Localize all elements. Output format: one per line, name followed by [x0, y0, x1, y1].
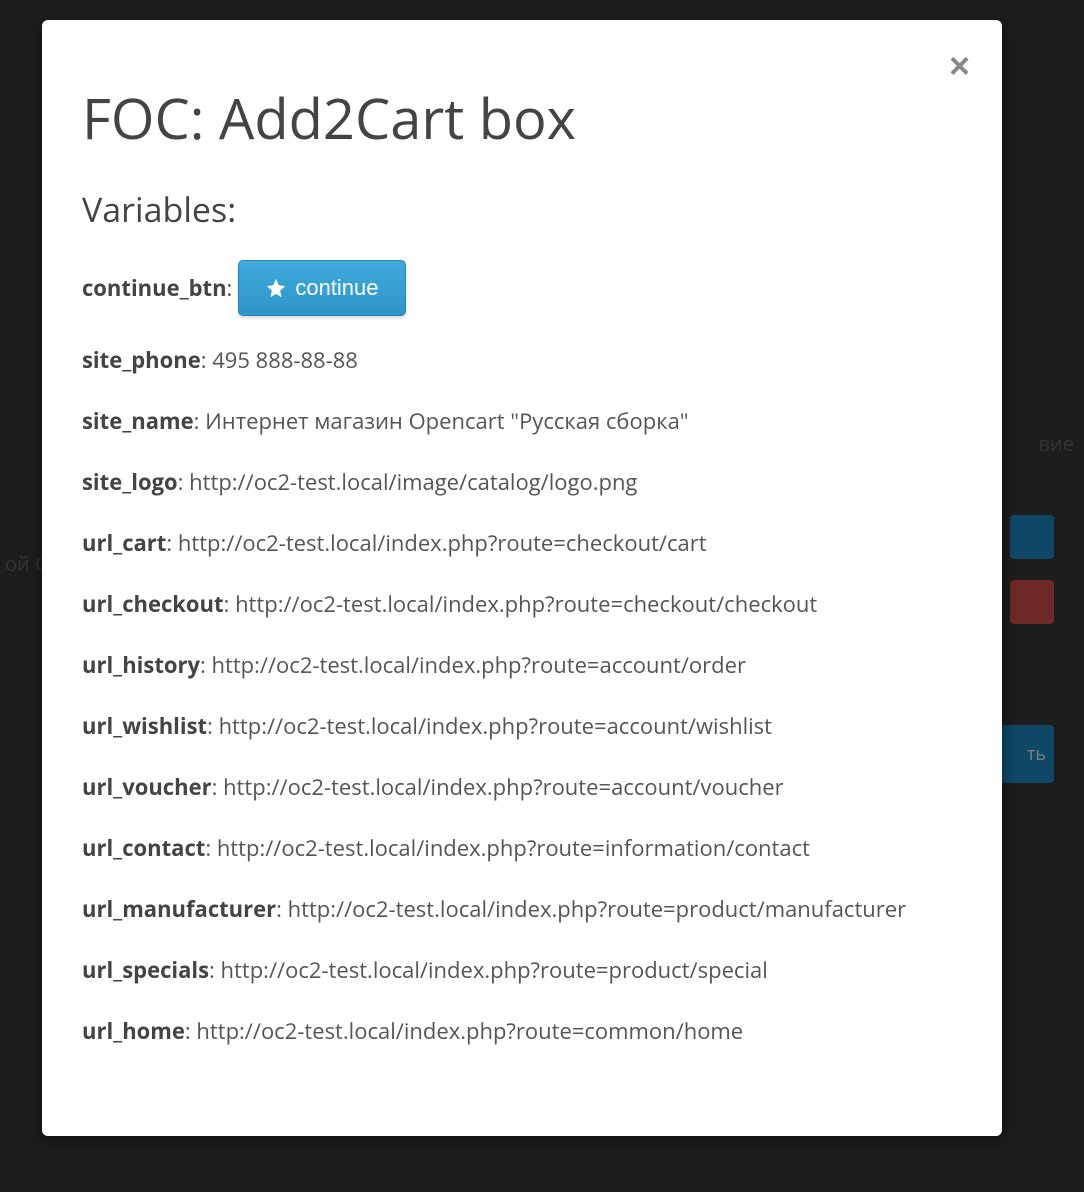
variable-key: url_home	[82, 1016, 185, 1046]
modal-title: FOC: Add2Cart box	[82, 80, 962, 156]
close-button[interactable]: ×	[949, 48, 970, 84]
variable-value: http://oc2-test.local/index.php?route=pr…	[288, 894, 907, 924]
variable-row: site_logo: http://oc2-test.local/image/c…	[82, 466, 962, 499]
variable-key-label: continue_btn:	[82, 273, 232, 303]
variable-value: Интернет магазин Opencart "Русская сборк…	[205, 406, 688, 436]
variable-key: url_contact	[82, 833, 205, 863]
variable-key: url_voucher	[82, 772, 212, 802]
star-icon	[265, 277, 287, 299]
variable-value: http://oc2-test.local/index.php?route=ac…	[212, 650, 746, 680]
variable-row: url_home: http://oc2-test.local/index.ph…	[82, 1015, 962, 1048]
variable-row: url_voucher: http://oc2-test.local/index…	[82, 771, 962, 804]
variable-value: http://oc2-test.local/image/catalog/logo…	[189, 467, 637, 497]
variable-row: url_history: http://oc2-test.local/index…	[82, 649, 962, 682]
variable-value: http://oc2-test.local/index.php?route=ch…	[235, 589, 817, 619]
variable-key: url_manufacturer	[82, 894, 276, 924]
variable-row-continue-btn: continue_btn: continue	[82, 260, 962, 316]
variable-key: url_wishlist	[82, 711, 207, 741]
variable-row: url_wishlist: http://oc2-test.local/inde…	[82, 710, 962, 743]
variable-row: url_contact: http://oc2-test.local/index…	[82, 832, 962, 865]
continue-button-label: continue	[295, 275, 378, 301]
variable-key: url_specials	[82, 955, 209, 985]
variable-value: http://oc2-test.local/index.php?route=co…	[196, 1016, 743, 1046]
modal-subtitle: Variables:	[82, 186, 962, 232]
variable-value: http://oc2-test.local/index.php?route=pr…	[221, 955, 768, 985]
modal-dialog: × FOC: Add2Cart box Variables: continue_…	[42, 20, 1002, 1136]
variable-row: url_checkout: http://oc2-test.local/inde…	[82, 588, 962, 621]
variable-key: site_logo	[82, 467, 178, 497]
variable-row: url_cart: http://oc2-test.local/index.ph…	[82, 527, 962, 560]
variable-key: site_phone	[82, 345, 201, 375]
variable-key: site_name	[82, 406, 194, 436]
variable-row: url_manufacturer: http://oc2-test.local/…	[82, 893, 962, 926]
variable-value: http://oc2-test.local/index.php?route=ac…	[219, 711, 772, 741]
variable-row: site_name: Интернет магазин Opencart "Ру…	[82, 405, 962, 438]
close-icon: ×	[949, 45, 970, 86]
variable-value: 495 888-88-88	[212, 345, 358, 375]
continue-button[interactable]: continue	[238, 260, 405, 316]
variable-row: site_phone: 495 888-88-88	[82, 344, 962, 377]
variable-row: url_specials: http://oc2-test.local/inde…	[82, 954, 962, 987]
variable-value: http://oc2-test.local/index.php?route=in…	[217, 833, 810, 863]
variable-value: http://oc2-test.local/index.php?route=ac…	[223, 772, 784, 802]
variable-key: url_history	[82, 650, 200, 680]
variable-key: url_checkout	[82, 589, 224, 619]
variable-key: url_cart	[82, 528, 166, 558]
variable-value: http://oc2-test.local/index.php?route=ch…	[178, 528, 707, 558]
